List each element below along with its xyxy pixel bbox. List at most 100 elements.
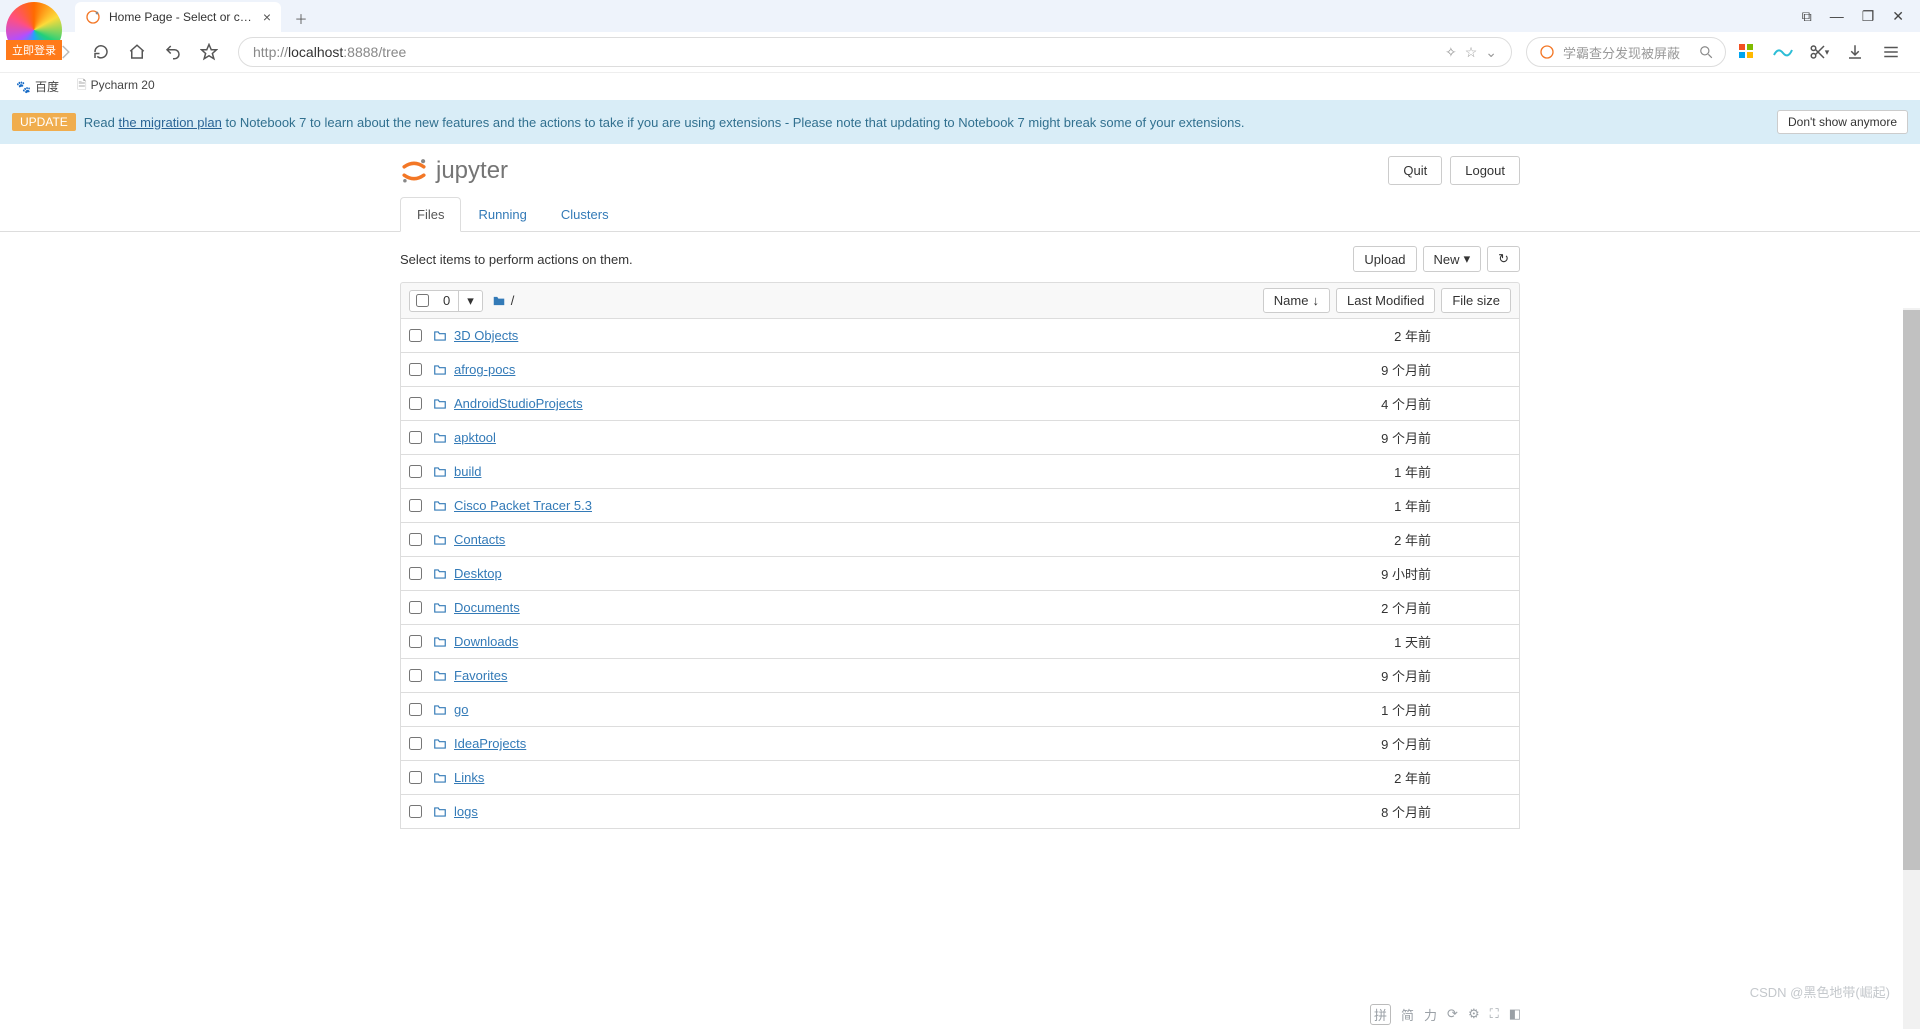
jupyter-logo-icon bbox=[400, 157, 428, 185]
row-checkbox[interactable] bbox=[409, 363, 422, 376]
url-path: :8888/tree bbox=[343, 44, 406, 60]
ime-item-3[interactable]: ⚙ bbox=[1468, 1006, 1480, 1022]
extension-tiles-icon[interactable] bbox=[1732, 37, 1762, 67]
folder-link[interactable]: logs bbox=[454, 804, 478, 819]
folder-link[interactable]: go bbox=[454, 702, 468, 717]
url-bar[interactable]: http://localhost:8888/tree ✧ ☆ ⌄ bbox=[238, 37, 1512, 67]
folder-link[interactable]: Documents bbox=[454, 600, 520, 615]
update-banner: UPDATE Read the migration plan to Notebo… bbox=[0, 100, 1920, 144]
logout-button[interactable]: Logout bbox=[1450, 156, 1520, 185]
row-checkbox[interactable] bbox=[409, 601, 422, 614]
upload-button[interactable]: Upload bbox=[1353, 246, 1416, 272]
menu-button[interactable] bbox=[1876, 37, 1906, 67]
window-minimize-icon[interactable]: — bbox=[1830, 8, 1844, 24]
row-checkbox[interactable] bbox=[409, 737, 422, 750]
folder-link[interactable]: Contacts bbox=[454, 532, 505, 547]
folder-icon bbox=[432, 771, 448, 785]
ime-item-1[interactable]: 力 bbox=[1424, 1005, 1437, 1024]
folder-link[interactable]: Cisco Packet Tracer 5.3 bbox=[454, 498, 592, 513]
url-actions: ✧ ☆ ⌄ bbox=[1445, 44, 1497, 61]
folder-icon bbox=[432, 635, 448, 649]
row-checkbox[interactable] bbox=[409, 669, 422, 682]
bookmark-baidu[interactable]: 🐾百度 bbox=[16, 78, 59, 95]
row-checkbox[interactable] bbox=[409, 465, 422, 478]
sort-name[interactable]: Name ↓ bbox=[1263, 288, 1330, 313]
window-maximize-icon[interactable]: ❐ bbox=[1862, 8, 1875, 25]
folder-link[interactable]: Links bbox=[454, 770, 484, 785]
folder-link[interactable]: Downloads bbox=[454, 634, 518, 649]
quit-button[interactable]: Quit bbox=[1388, 156, 1442, 185]
folder-link[interactable]: afrog-pocs bbox=[454, 362, 515, 377]
row-checkbox[interactable] bbox=[409, 329, 422, 342]
folder-link[interactable]: 3D Objects bbox=[454, 328, 518, 343]
migration-plan-link[interactable]: the migration plan bbox=[119, 115, 222, 130]
jupyter-logo-text: jupyter bbox=[436, 157, 508, 185]
undo-button[interactable] bbox=[158, 37, 188, 67]
bookmark-pycharm[interactable]: 🗎Pycharm 20 bbox=[77, 76, 155, 97]
paw-icon: 🐾 bbox=[16, 80, 31, 94]
select-all-checkbox[interactable] bbox=[416, 294, 429, 307]
folder-link[interactable]: apktool bbox=[454, 430, 496, 445]
search-box[interactable]: 学霸查分发现被屏蔽 bbox=[1526, 37, 1726, 67]
folder-link[interactable]: IdeaProjects bbox=[454, 736, 526, 751]
dont-show-button[interactable]: Don't show anymore bbox=[1777, 110, 1908, 134]
row-checkbox[interactable] bbox=[409, 397, 422, 410]
ime-item-2[interactable]: ⟳ bbox=[1447, 1006, 1458, 1022]
tab-files[interactable]: Files bbox=[400, 197, 461, 232]
row-checkbox[interactable] bbox=[409, 533, 422, 546]
row-checkbox[interactable] bbox=[409, 771, 422, 784]
row-checkbox[interactable] bbox=[409, 499, 422, 512]
row-checkbox[interactable] bbox=[409, 703, 422, 716]
tab-clusters[interactable]: Clusters bbox=[544, 197, 626, 232]
ime-bar: 拼 简 力 ⟳ ⚙ ⛶ ◧ bbox=[1370, 1003, 1914, 1025]
window-settings-icon[interactable]: ⧉ bbox=[1802, 8, 1812, 25]
page-content: UPDATE Read the migration plan to Notebo… bbox=[0, 100, 1920, 1029]
favorite-icon[interactable]: ☆ bbox=[1465, 44, 1478, 61]
search-icon[interactable] bbox=[1699, 45, 1713, 59]
clip-button[interactable]: ▾ bbox=[1804, 37, 1834, 67]
sort-size[interactable]: File size bbox=[1441, 288, 1511, 313]
window-close-icon[interactable]: ✕ bbox=[1892, 8, 1904, 25]
select-all-box[interactable]: 0 ▾ bbox=[409, 290, 483, 312]
vertical-scrollbar[interactable] bbox=[1903, 308, 1920, 1029]
row-checkbox[interactable] bbox=[409, 431, 422, 444]
dropdown-icon[interactable]: ⌄ bbox=[1485, 44, 1497, 61]
new-tab-button[interactable]: ＋ bbox=[287, 4, 315, 32]
ime-item-4[interactable]: ⛶ bbox=[1490, 1006, 1499, 1022]
folder-link[interactable]: AndroidStudioProjects bbox=[454, 396, 583, 411]
breadcrumb-root[interactable]: / bbox=[491, 293, 515, 308]
tab-running[interactable]: Running bbox=[461, 197, 543, 232]
row-modified: 1 个月前 bbox=[1291, 700, 1431, 719]
refresh-button[interactable]: ↻ bbox=[1487, 246, 1520, 272]
ime-item-0[interactable]: 简 bbox=[1401, 1005, 1414, 1024]
extension-wave-icon[interactable] bbox=[1768, 37, 1798, 67]
folder-link[interactable]: build bbox=[454, 464, 481, 479]
table-row: logs8 个月前 bbox=[400, 795, 1520, 829]
jupyter-logo[interactable]: jupyter bbox=[400, 157, 508, 185]
new-button[interactable]: New ▾ bbox=[1423, 246, 1482, 272]
folder-link[interactable]: Favorites bbox=[454, 668, 507, 683]
active-tab[interactable]: Home Page - Select or create × bbox=[75, 2, 281, 32]
folder-icon bbox=[432, 465, 448, 479]
scrollbar-thumb[interactable] bbox=[1903, 310, 1920, 870]
row-modified: 2 年前 bbox=[1291, 768, 1431, 787]
ime-label[interactable]: 拼 bbox=[1370, 1004, 1391, 1025]
wand-icon[interactable]: ✧ bbox=[1445, 44, 1457, 61]
row-checkbox[interactable] bbox=[409, 635, 422, 648]
files-panel: Select items to perform actions on them.… bbox=[400, 232, 1520, 889]
folder-link[interactable]: Desktop bbox=[454, 566, 502, 581]
folder-icon bbox=[432, 805, 448, 819]
tab-close-icon[interactable]: × bbox=[263, 9, 271, 25]
reload-button[interactable] bbox=[86, 37, 116, 67]
caret-down-icon: ▾ bbox=[1464, 251, 1471, 267]
downloads-button[interactable] bbox=[1840, 37, 1870, 67]
ime-item-5[interactable]: ◧ bbox=[1509, 1006, 1521, 1022]
row-checkbox[interactable] bbox=[409, 567, 422, 580]
home-button[interactable] bbox=[122, 37, 152, 67]
select-caret-icon[interactable]: ▾ bbox=[458, 291, 482, 311]
star-button[interactable] bbox=[194, 37, 224, 67]
table-row: Cisco Packet Tracer 5.31 年前 bbox=[400, 489, 1520, 523]
sort-modified[interactable]: Last Modified bbox=[1336, 288, 1435, 313]
login-badge[interactable]: 立即登录 bbox=[6, 2, 62, 58]
row-checkbox[interactable] bbox=[409, 805, 422, 818]
